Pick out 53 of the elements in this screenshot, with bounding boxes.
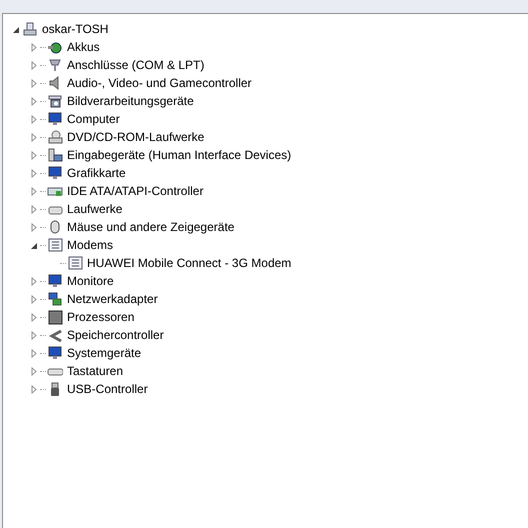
tree-item-label[interactable]: Systemgeräte [67, 344, 142, 362]
network-icon [47, 291, 63, 307]
tree-item-label[interactable]: DVD/CD-ROM-Laufwerke [67, 128, 204, 146]
expand-arrow-icon[interactable] [31, 312, 38, 322]
expand-arrow-icon[interactable] [31, 78, 38, 88]
tree-item-label[interactable]: oskar-TOSH [42, 20, 108, 38]
monitor-icon [47, 273, 63, 289]
expand-arrow-icon[interactable] [31, 366, 38, 376]
port-icon [47, 57, 63, 73]
modem-icon [47, 237, 63, 253]
tree-item-label[interactable]: Bildverarbeitungsgeräte [67, 92, 194, 110]
expand-arrow-icon[interactable] [31, 150, 38, 160]
expand-arrow-icon[interactable] [31, 384, 38, 394]
expand-arrow-icon[interactable] [31, 186, 38, 196]
tree-item-label[interactable]: IDE ATA/ATAPI-Controller [67, 182, 204, 200]
expand-arrow-icon[interactable] [31, 294, 38, 304]
expand-arrow-icon[interactable] [31, 60, 38, 70]
tree-item-label[interactable]: HUAWEI Mobile Connect - 3G Modem [87, 254, 292, 272]
disc-drive-icon [47, 129, 63, 145]
monitor-icon [47, 345, 63, 361]
tree-item-label[interactable]: Tastaturen [67, 362, 124, 380]
collapse-arrow-icon[interactable] [13, 24, 20, 34]
expand-arrow-icon[interactable] [31, 276, 38, 286]
tree-item-label[interactable]: Laufwerke [67, 200, 122, 218]
expand-arrow-icon[interactable] [31, 42, 38, 52]
expand-arrow-icon[interactable] [31, 348, 38, 358]
computer-icon [22, 21, 38, 37]
modem-icon [67, 255, 83, 271]
tree-item-label[interactable]: Netzwerkadapter [67, 290, 158, 308]
tree-item-label[interactable]: USB-Controller [67, 380, 148, 398]
chip-icon [47, 309, 63, 325]
expand-arrow-icon[interactable] [31, 96, 38, 106]
tree-item-label[interactable]: Speichercontroller [67, 326, 164, 344]
tree-item-label[interactable]: Computer [67, 110, 120, 128]
tree-item-label[interactable]: Audio-, Video- und Gamecontroller [67, 74, 252, 92]
monitor-icon [47, 111, 63, 127]
expand-arrow-icon[interactable] [31, 222, 38, 232]
expand-arrow-icon[interactable] [31, 168, 38, 178]
expand-arrow-icon[interactable] [31, 114, 38, 124]
expand-arrow-icon[interactable] [31, 330, 38, 340]
expand-arrow-icon[interactable] [31, 132, 38, 142]
tree-item-label[interactable]: Monitore [67, 272, 114, 290]
tree-item-label[interactable]: Akkus [67, 38, 100, 56]
tree-item-label[interactable]: Modems [67, 236, 114, 254]
collapse-arrow-icon[interactable] [31, 240, 38, 250]
tree-item-label[interactable]: Anschlüsse (COM & LPT) [67, 56, 204, 74]
tree-item-label[interactable]: Prozessoren [67, 308, 134, 326]
monitor-icon [47, 165, 63, 181]
tree-item-label[interactable]: Mäuse und andere Zeigegeräte [67, 218, 234, 236]
tree-item-label[interactable]: Grafikkarte [67, 164, 126, 182]
expand-arrow-icon[interactable] [31, 204, 38, 214]
tree-item-label[interactable]: Eingabegeräte (Human Interface Devices) [67, 146, 292, 164]
scanner-icon [47, 93, 63, 109]
